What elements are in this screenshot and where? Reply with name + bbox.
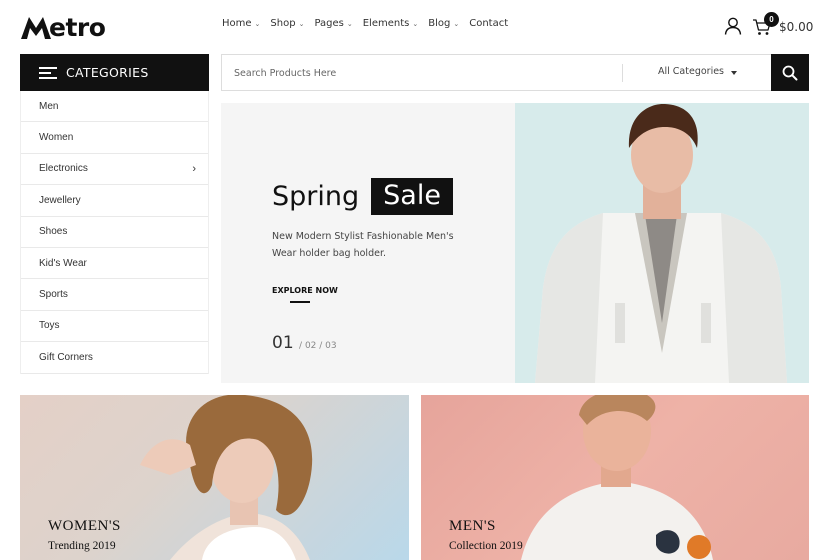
logo-m-mark bbox=[21, 17, 51, 39]
chevron-right-icon: › bbox=[192, 162, 196, 175]
nav-label: Shop bbox=[270, 18, 296, 29]
category-label: Kid's Wear bbox=[39, 257, 87, 269]
category-item-toys[interactable]: Toys bbox=[21, 311, 208, 343]
cart-count-badge: 0 bbox=[764, 12, 779, 27]
chevron-down-icon: ⌄ bbox=[254, 19, 261, 28]
slide-pagination: 01 / 02 / 03 bbox=[272, 333, 337, 353]
chevron-down-icon: ⌄ bbox=[346, 19, 353, 28]
hero-model-figure bbox=[535, 103, 787, 383]
category-item-kids-wear[interactable]: Kid's Wear bbox=[21, 248, 208, 280]
user-icon[interactable] bbox=[724, 17, 742, 35]
category-label: Jewellery bbox=[39, 194, 81, 206]
banner-womens-image bbox=[140, 395, 313, 560]
slide-other-pages[interactable]: / 02 / 03 bbox=[299, 341, 337, 351]
banner-womens-subtitle: Trending 2019 bbox=[48, 540, 116, 552]
chevron-down-icon: ⌄ bbox=[453, 19, 460, 28]
nav-label: Pages bbox=[314, 18, 344, 29]
category-label: Sports bbox=[39, 289, 68, 301]
category-item-women[interactable]: Women bbox=[21, 122, 208, 154]
search-category-select[interactable]: All Categories bbox=[658, 66, 724, 77]
categories-title: CATEGORIES bbox=[66, 65, 149, 80]
nav-blog[interactable]: Blog ⌄ bbox=[428, 18, 459, 29]
search-icon bbox=[782, 65, 798, 80]
category-label: Toys bbox=[39, 320, 60, 332]
category-item-sports[interactable]: Sports bbox=[21, 279, 208, 311]
chevron-down-icon: ⌄ bbox=[412, 19, 419, 28]
category-label: Electronics bbox=[39, 163, 88, 175]
logo[interactable]: etro bbox=[20, 12, 106, 42]
search-bar: All Categories bbox=[221, 54, 809, 91]
category-label: Women bbox=[39, 132, 74, 144]
hero-subtitle: New Modern Stylist Fashionable Men's Wea… bbox=[272, 231, 454, 259]
logo-text: etro bbox=[49, 12, 106, 42]
hero-title-plain: Spring bbox=[272, 181, 360, 212]
nav-label: Contact bbox=[469, 18, 509, 29]
cart-total[interactable]: $0.00 bbox=[779, 20, 813, 34]
banner-mens-title: MEN'S bbox=[449, 518, 496, 534]
nav-shop[interactable]: Shop ⌄ bbox=[270, 18, 304, 29]
chevron-down-icon: ⌄ bbox=[298, 19, 305, 28]
category-label: Men bbox=[39, 100, 59, 112]
category-item-jewellery[interactable]: Jewellery bbox=[21, 185, 208, 217]
explore-now-link[interactable]: EXPLORE NOW bbox=[272, 286, 338, 295]
category-item-shoes[interactable]: Shoes bbox=[21, 217, 208, 248]
category-label: Shoes bbox=[39, 226, 68, 238]
menu-icon bbox=[39, 66, 57, 79]
search-button[interactable] bbox=[771, 54, 809, 91]
category-label: Gift Corners bbox=[39, 351, 93, 363]
search-divider bbox=[622, 64, 623, 82]
category-item-electronics[interactable]: Electronics › bbox=[21, 154, 208, 186]
banner-mens-image bbox=[521, 395, 713, 560]
categories-header[interactable]: CATEGORIES bbox=[20, 54, 209, 91]
banner-womens[interactable]: WOMEN'S Trending 2019 bbox=[20, 395, 409, 560]
banner-womens-title: WOMEN'S bbox=[48, 518, 121, 534]
hero-title-highlight: Sale bbox=[371, 178, 453, 215]
slide-current[interactable]: 01 bbox=[272, 333, 294, 353]
nav-label: Home bbox=[222, 18, 252, 29]
banner-mens[interactable]: MEN'S Collection 2019 bbox=[421, 395, 809, 560]
hero-image bbox=[515, 103, 809, 383]
nav-elements[interactable]: Elements ⌄ bbox=[363, 18, 419, 29]
banner-mens-subtitle: Collection 2019 bbox=[449, 540, 523, 552]
nav-label: Elements bbox=[362, 18, 410, 29]
nav-home[interactable]: Home ⌄ bbox=[222, 18, 260, 29]
caret-down-icon[interactable] bbox=[731, 71, 737, 75]
nav-label: Blog bbox=[428, 18, 451, 29]
cta-underline bbox=[290, 301, 310, 303]
search-input[interactable] bbox=[223, 56, 631, 91]
nav-contact[interactable]: Contact bbox=[469, 18, 508, 29]
hero-title: Spring Sale bbox=[272, 178, 453, 215]
category-list: Men Women Electronics › Jewellery Shoes K… bbox=[20, 91, 209, 374]
main-nav: Home ⌄ Shop ⌄ Pages ⌄ Elements ⌄ Blog ⌄ Conta… bbox=[222, 18, 518, 29]
category-item-gift-corners[interactable]: Gift Corners bbox=[21, 342, 208, 374]
nav-pages[interactable]: Pages ⌄ bbox=[314, 18, 352, 29]
category-item-men[interactable]: Men bbox=[21, 91, 208, 123]
